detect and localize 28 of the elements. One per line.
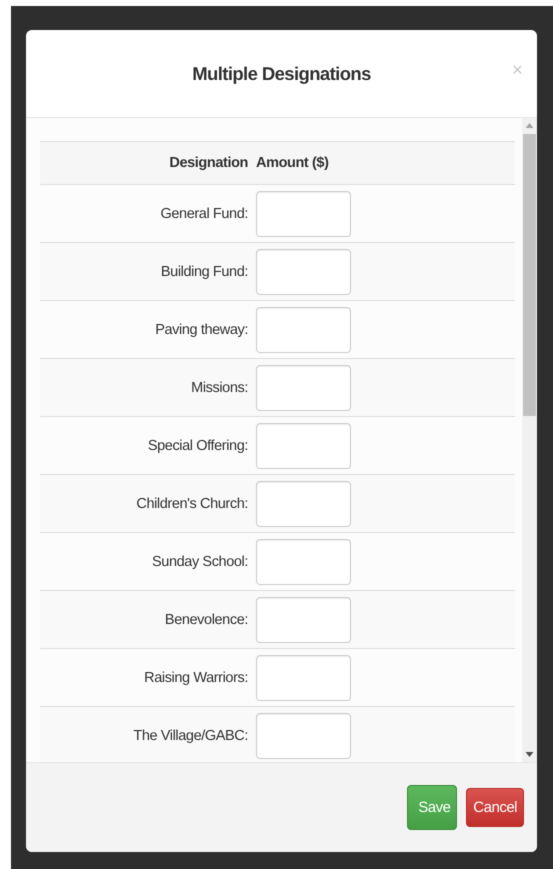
designation-label: The Village/GABC: — [132, 728, 249, 744]
amount-field[interactable] — [256, 480, 351, 526]
designation-label: Missions: — [190, 380, 249, 396]
amount-field[interactable] — [256, 422, 351, 468]
amount-field[interactable] — [256, 596, 351, 642]
designation-label: Benevolence: — [164, 612, 249, 628]
amount-field[interactable] — [256, 190, 351, 236]
designation-label: Special Offering: — [146, 438, 249, 454]
cancel-button[interactable]: Cancel — [466, 788, 524, 827]
designation-label: Sunday School: — [151, 554, 249, 570]
designation-label: Paving theway: — [154, 322, 249, 338]
amount-field[interactable] — [256, 712, 351, 758]
scrollbar-thumb[interactable] — [523, 134, 536, 416]
amount-field[interactable] — [256, 654, 351, 700]
column-header: Amount ($) — [256, 155, 330, 171]
amount-field[interactable] — [256, 538, 351, 584]
designation-label: Children's Church: — [135, 496, 249, 512]
column-header: Designation — [168, 155, 249, 171]
amount-field[interactable] — [256, 364, 351, 410]
amount-field[interactable] — [256, 306, 351, 352]
close-button[interactable]: × — [510, 61, 525, 80]
save-button[interactable]: Save — [407, 785, 458, 830]
dialog-title: Multiple Designations — [192, 62, 371, 84]
scrollbar[interactable] — [522, 118, 537, 762]
amount-field[interactable] — [256, 248, 351, 294]
designation-label: Raising Warriors: — [143, 670, 249, 686]
designation-label: General Fund: — [160, 206, 249, 222]
designation-label: Building Fund: — [160, 264, 249, 280]
